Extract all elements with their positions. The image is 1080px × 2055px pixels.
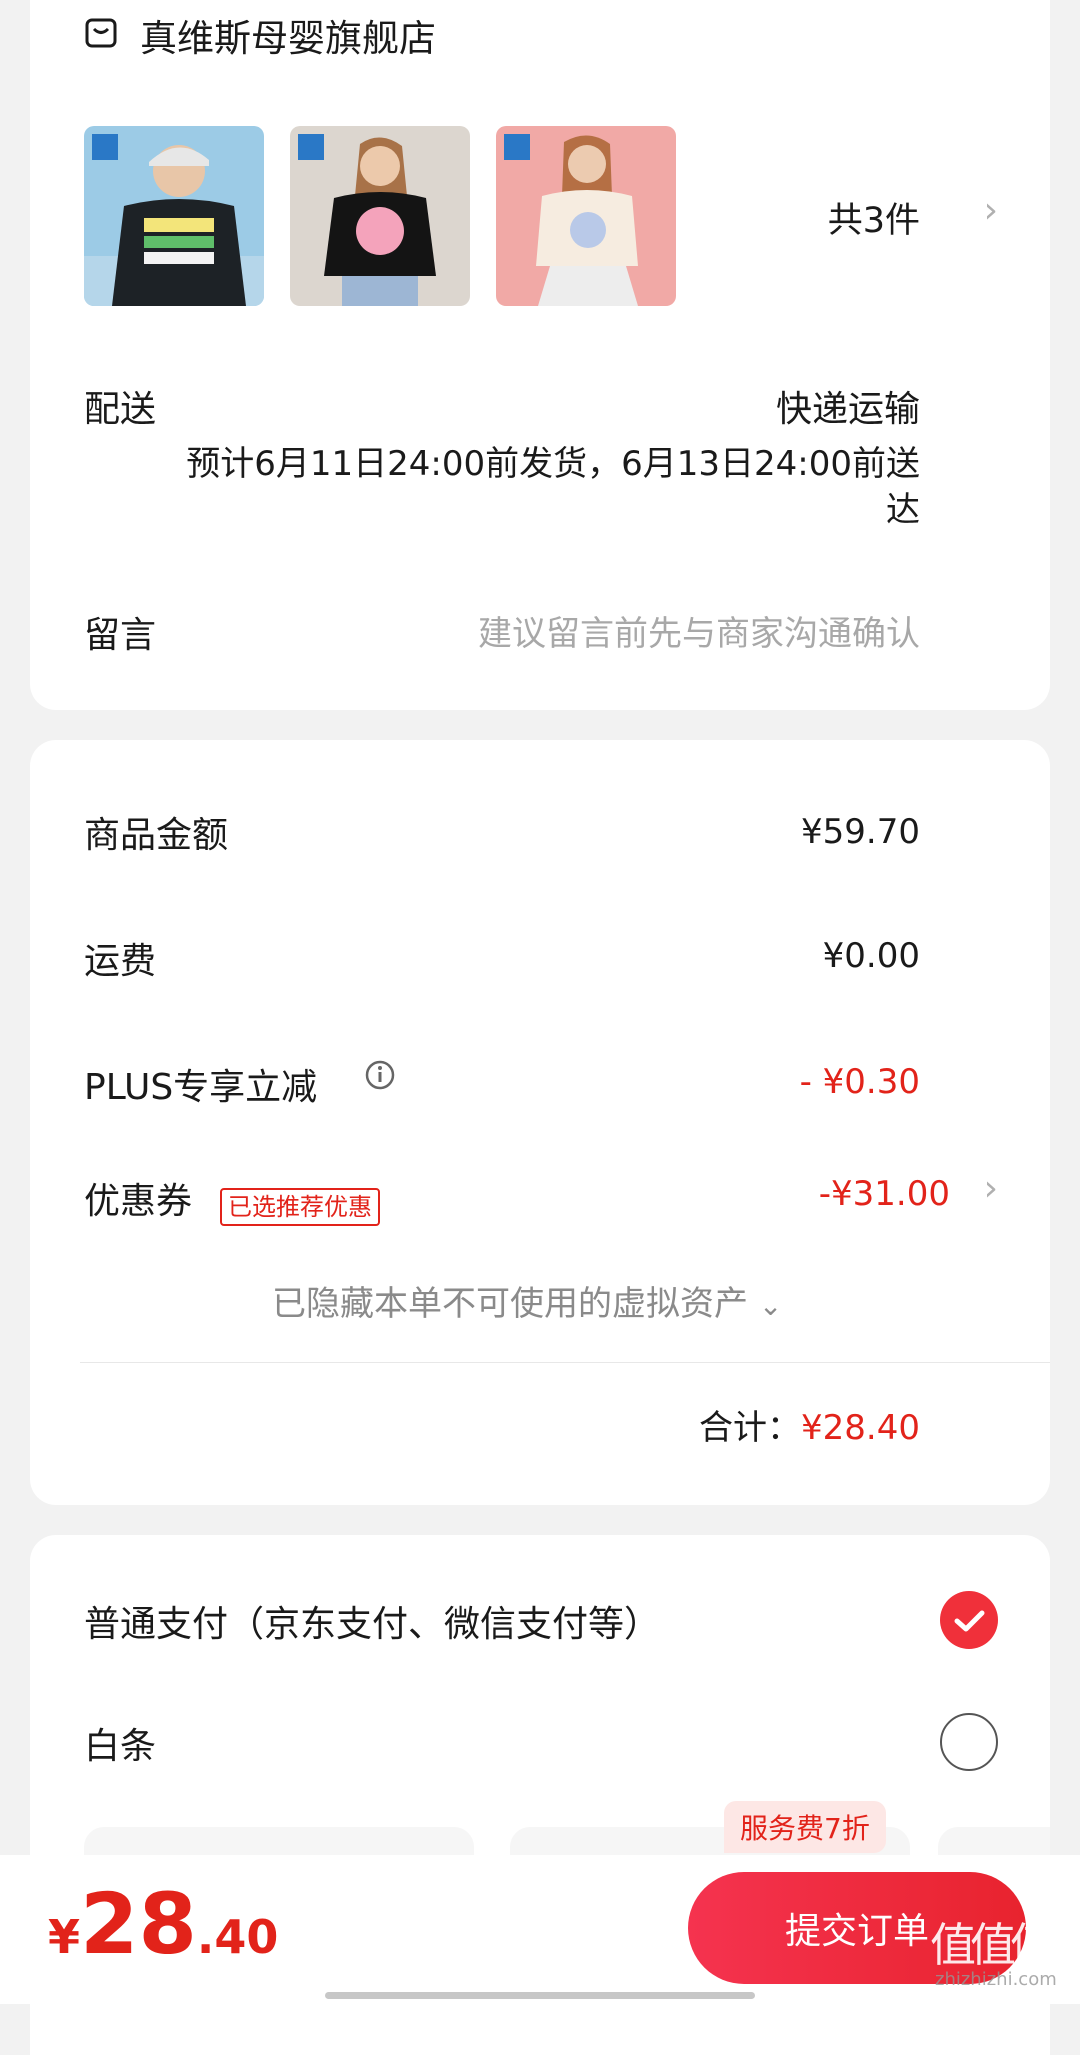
message-label: 留言 <box>84 615 157 656</box>
delivery-estimate-line2: 达 <box>886 490 920 530</box>
payment-normal-label[interactable]: 普通支付（京东支付、微信支付等） <box>84 1595 660 1647</box>
price-integer: 28 <box>80 1875 197 1973</box>
coupon-recommended-tag: 已选推荐优惠 <box>220 1188 380 1226</box>
item-count[interactable]: 共3件 <box>828 192 920 243</box>
bottom-bar: ¥28.40 提交订单 值值值 zhizhizhi.com <box>0 1855 1080 2004</box>
info-icon[interactable] <box>365 1060 395 1090</box>
checkmark-icon <box>954 1610 985 1632</box>
product-thumbnail-2[interactable] <box>290 126 470 306</box>
chevron-right-icon[interactable]: › <box>984 190 998 231</box>
currency-symbol: ¥ <box>48 1910 81 1964</box>
store-name[interactable]: 真维斯母婴旗舰店 <box>140 8 436 62</box>
chevron-down-icon: ⌄ <box>758 1289 783 1322</box>
total-row: 合计：¥28.40 <box>699 1400 920 1449</box>
product-thumbnail-1[interactable] <box>84 126 264 306</box>
bottom-total-price: ¥28.40 <box>48 1875 278 1973</box>
delivery-label: 配送 <box>84 389 157 430</box>
submit-order-label: 提交订单 <box>784 1911 929 1952</box>
price-summary-card: 商品金额 ¥59.70 运费 ¥0.00 PLUS专享立减 - ¥0.30 优惠… <box>30 740 1050 1505</box>
price-decimal: .40 <box>196 1910 279 1964</box>
plus-discount-value: - ¥0.30 <box>799 1062 920 1102</box>
goods-amount-value: ¥59.70 <box>801 812 920 852</box>
coupon-value[interactable]: -¥31.00 <box>819 1174 950 1214</box>
watermark-site: zhizhizhi.com <box>935 1969 1057 1990</box>
divider <box>80 1362 1050 1363</box>
hidden-assets-text: 已隐藏本单不可使用的虚拟资产 <box>272 1284 748 1324</box>
payment-baitiao-radio[interactable] <box>940 1713 998 1771</box>
service-fee-tag: 服务费7折 <box>724 1801 886 1853</box>
delivery-estimate-line1: 预计6月11日24:00前发货，6月13日24:00前送 <box>186 444 920 484</box>
payment-normal-radio[interactable] <box>940 1591 998 1649</box>
delivery-method[interactable]: 快递运输 <box>776 380 920 432</box>
goods-amount-label: 商品金额 <box>84 815 229 856</box>
total-label: 合计： <box>699 1408 802 1448</box>
coupon-label[interactable]: 优惠券 <box>84 1172 192 1224</box>
payment-baitiao-label[interactable]: 白条 <box>84 1717 156 1769</box>
store-card: 真维斯母婴旗舰店 共3件 › 配送 快递运输 预计6月11日24:00前发货，6… <box>30 0 1050 710</box>
shipping-value: ¥0.00 <box>822 936 920 976</box>
shipping-label: 运费 <box>84 941 157 982</box>
home-indicator[interactable] <box>325 1992 755 1999</box>
hidden-assets-toggle[interactable]: 已隐藏本单不可使用的虚拟资产 ⌄ <box>272 1276 782 1325</box>
chevron-right-icon[interactable]: › <box>984 1168 998 1209</box>
total-value: ¥28.40 <box>801 1408 920 1448</box>
plus-discount-label: PLUS专享立减 <box>84 1067 318 1108</box>
watermark-logo: 值值值 <box>930 1918 1056 1972</box>
store-icon <box>85 18 117 48</box>
product-thumbnail-3[interactable] <box>496 126 676 306</box>
message-input[interactable]: 建议留言前先与商家沟通确认 <box>478 606 920 655</box>
